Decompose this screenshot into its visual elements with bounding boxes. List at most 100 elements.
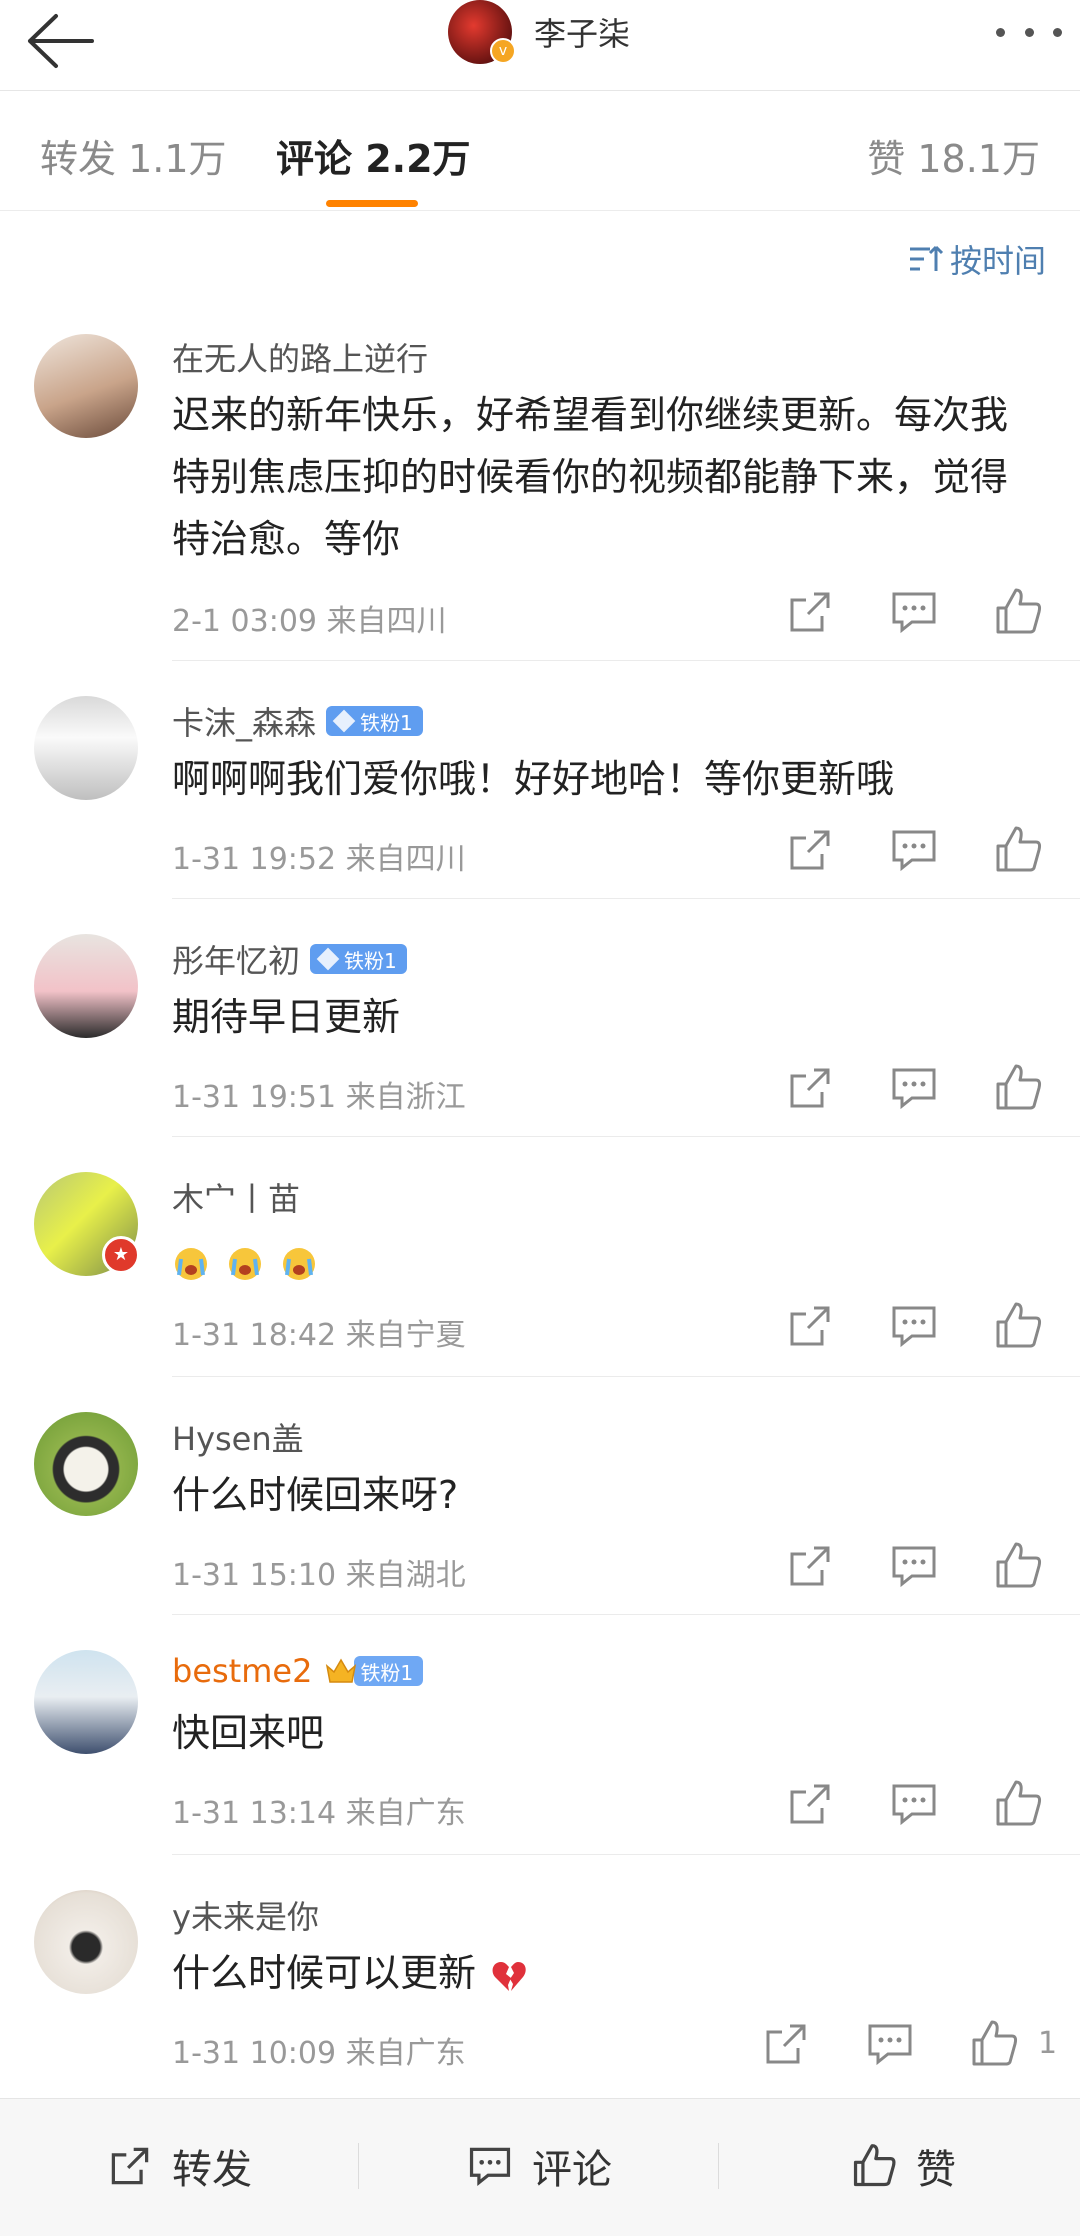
- avatar[interactable]: [34, 1650, 138, 1754]
- comment-meta: 1-31 10:09 来自广东: [172, 2036, 466, 2071]
- like-icon[interactable]: [992, 824, 1044, 876]
- tab-reposts[interactable]: 转发 1.1万: [40, 128, 227, 183]
- comment-text: 什么时候可以更新: [172, 1951, 477, 1995]
- crying-emoji-icon: [175, 1247, 207, 1280]
- tab-bar: 转发 1.1万 评论 2.2万 赞 18.1万: [0, 92, 1080, 211]
- comment-username[interactable]: Hysen盖: [172, 1414, 304, 1460]
- comment-meta: 1-31 19:52 来自四川: [172, 842, 466, 877]
- comment-username-row: bestme2 铁粉1: [172, 1652, 424, 1690]
- comment-username[interactable]: 彤年忆初: [172, 936, 300, 982]
- tab-likes[interactable]: 赞 18.1万: [867, 128, 1040, 183]
- comment-actions: [780, 824, 1050, 884]
- divider: [172, 1614, 1080, 1615]
- comment-label: 评论: [532, 2147, 612, 2193]
- share-icon[interactable]: [784, 1540, 836, 1592]
- fan-badge[interactable]: 铁粉1: [354, 1656, 424, 1686]
- avatar[interactable]: [34, 334, 138, 438]
- divider: [172, 898, 1080, 899]
- reply-icon[interactable]: [888, 1300, 940, 1352]
- avatar[interactable]: [34, 934, 138, 1038]
- reply-icon[interactable]: [888, 1540, 940, 1592]
- comment-text: 什么时候回来呀?: [172, 1473, 459, 1517]
- like-icon[interactable]: [992, 1062, 1044, 1114]
- like-icon[interactable]: [992, 586, 1044, 638]
- avatar[interactable]: [34, 1412, 138, 1516]
- divider: [172, 1854, 1080, 1855]
- comment-text: 啊啊啊我们爱你哦！好好地哈！等你更新哦: [172, 757, 895, 801]
- comment-username[interactable]: 在无人的路上逆行: [172, 334, 428, 380]
- like-button[interactable]: 赞: [850, 2137, 956, 2195]
- comment-meta: 1-31 15:10 来自湖北: [172, 1558, 466, 1593]
- more-dots-icon[interactable]: [996, 10, 1062, 54]
- divider: [172, 1376, 1080, 1377]
- like-icon: [853, 2144, 896, 2187]
- like-count: 1: [1038, 2026, 1058, 2061]
- comment-button[interactable]: 评论: [466, 2137, 612, 2195]
- comment-username[interactable]: y未来是你: [172, 1892, 319, 1938]
- comment-username[interactable]: 卡沫_森森: [172, 698, 316, 744]
- author-avatar[interactable]: v: [448, 0, 516, 64]
- share-icon[interactable]: [784, 1300, 836, 1352]
- like-icon[interactable]: [992, 1540, 1044, 1592]
- comment-username[interactable]: 木宀丨苗: [172, 1174, 300, 1220]
- repost-button[interactable]: 转发: [106, 2137, 252, 2195]
- crown-icon: [326, 1658, 357, 1683]
- fan-badge[interactable]: 铁粉1: [310, 944, 407, 974]
- fan-badge-label: 铁粉1: [360, 710, 413, 735]
- dot: [1053, 27, 1062, 37]
- divider: [172, 1136, 1080, 1137]
- reply-icon[interactable]: [888, 824, 940, 876]
- comment-emoji-row: [172, 1230, 1042, 1292]
- reply-icon[interactable]: [888, 586, 940, 638]
- separator: [718, 2143, 719, 2189]
- diamond-icon: [316, 947, 340, 971]
- comment-text: 迟来的新年快乐，好希望看到你继续更新。每次我特别焦虑压抑的时候看你的视频都能静下…: [172, 393, 1009, 561]
- share-icon[interactable]: [760, 2018, 812, 2070]
- comment-username[interactable]: bestme2: [172, 1652, 312, 1690]
- share-icon[interactable]: [784, 824, 836, 876]
- arrow-left-icon: [28, 14, 94, 68]
- avatar[interactable]: ★: [34, 1172, 140, 1276]
- share-icon[interactable]: [784, 586, 836, 638]
- crying-emoji-icon: [283, 1247, 316, 1280]
- avatar[interactable]: [34, 1890, 138, 1994]
- reply-icon[interactable]: [888, 1062, 940, 1114]
- avatar[interactable]: [34, 696, 138, 800]
- tab-comments[interactable]: 评论 2.2万: [276, 128, 471, 183]
- profile-header[interactable]: v 李子柒: [448, 0, 630, 64]
- dot: [996, 27, 1005, 37]
- fan-badge[interactable]: 铁粉1: [326, 706, 423, 736]
- comment-meta: 1-31 19:51 来自浙江: [172, 1080, 466, 1115]
- active-tab-indicator: [326, 200, 418, 207]
- dot: [1024, 27, 1034, 37]
- reply-icon[interactable]: [888, 1778, 940, 1830]
- like-icon[interactable]: [968, 2018, 1020, 2070]
- crying-emoji-icon: [229, 1247, 262, 1280]
- comment-text: 快回来吧: [172, 1711, 325, 1755]
- like-icon[interactable]: [992, 1778, 1044, 1830]
- comment-actions: [780, 586, 1050, 646]
- diamond-icon: [332, 709, 356, 733]
- comment-actions: 1: [756, 2018, 1057, 2078]
- comment-actions: [780, 1540, 1050, 1600]
- sort-label: 按时间: [949, 242, 1046, 280]
- comment-username-row: 彤年忆初 铁粉1: [172, 936, 407, 982]
- share-icon[interactable]: [784, 1778, 836, 1830]
- author-name[interactable]: 李子柒: [534, 9, 630, 55]
- comment-meta: 1-31 13:14 来自广东: [172, 1796, 466, 1831]
- comment-meta: 1-31 18:42 来自宁夏: [172, 1318, 466, 1353]
- fan-badge-label: 铁粉1: [344, 948, 397, 973]
- back-button[interactable]: [22, 10, 96, 72]
- sort-icon: [909, 245, 944, 271]
- share-icon[interactable]: [784, 1062, 836, 1114]
- sort-by-time-button[interactable]: 按时间: [908, 236, 1046, 282]
- separator: [358, 2143, 359, 2189]
- top-nav-bar: v 李子柒: [0, 0, 1080, 91]
- comment-text-row: 什么时候可以更新: [172, 1942, 1042, 2004]
- like-icon[interactable]: [992, 1300, 1044, 1352]
- comment-actions: [780, 1062, 1050, 1122]
- repost-icon: [111, 2147, 149, 2185]
- reply-icon[interactable]: [864, 2018, 916, 2070]
- star-badge-icon: ★: [102, 1236, 140, 1274]
- fan-badge-label: 铁粉1: [360, 1660, 414, 1685]
